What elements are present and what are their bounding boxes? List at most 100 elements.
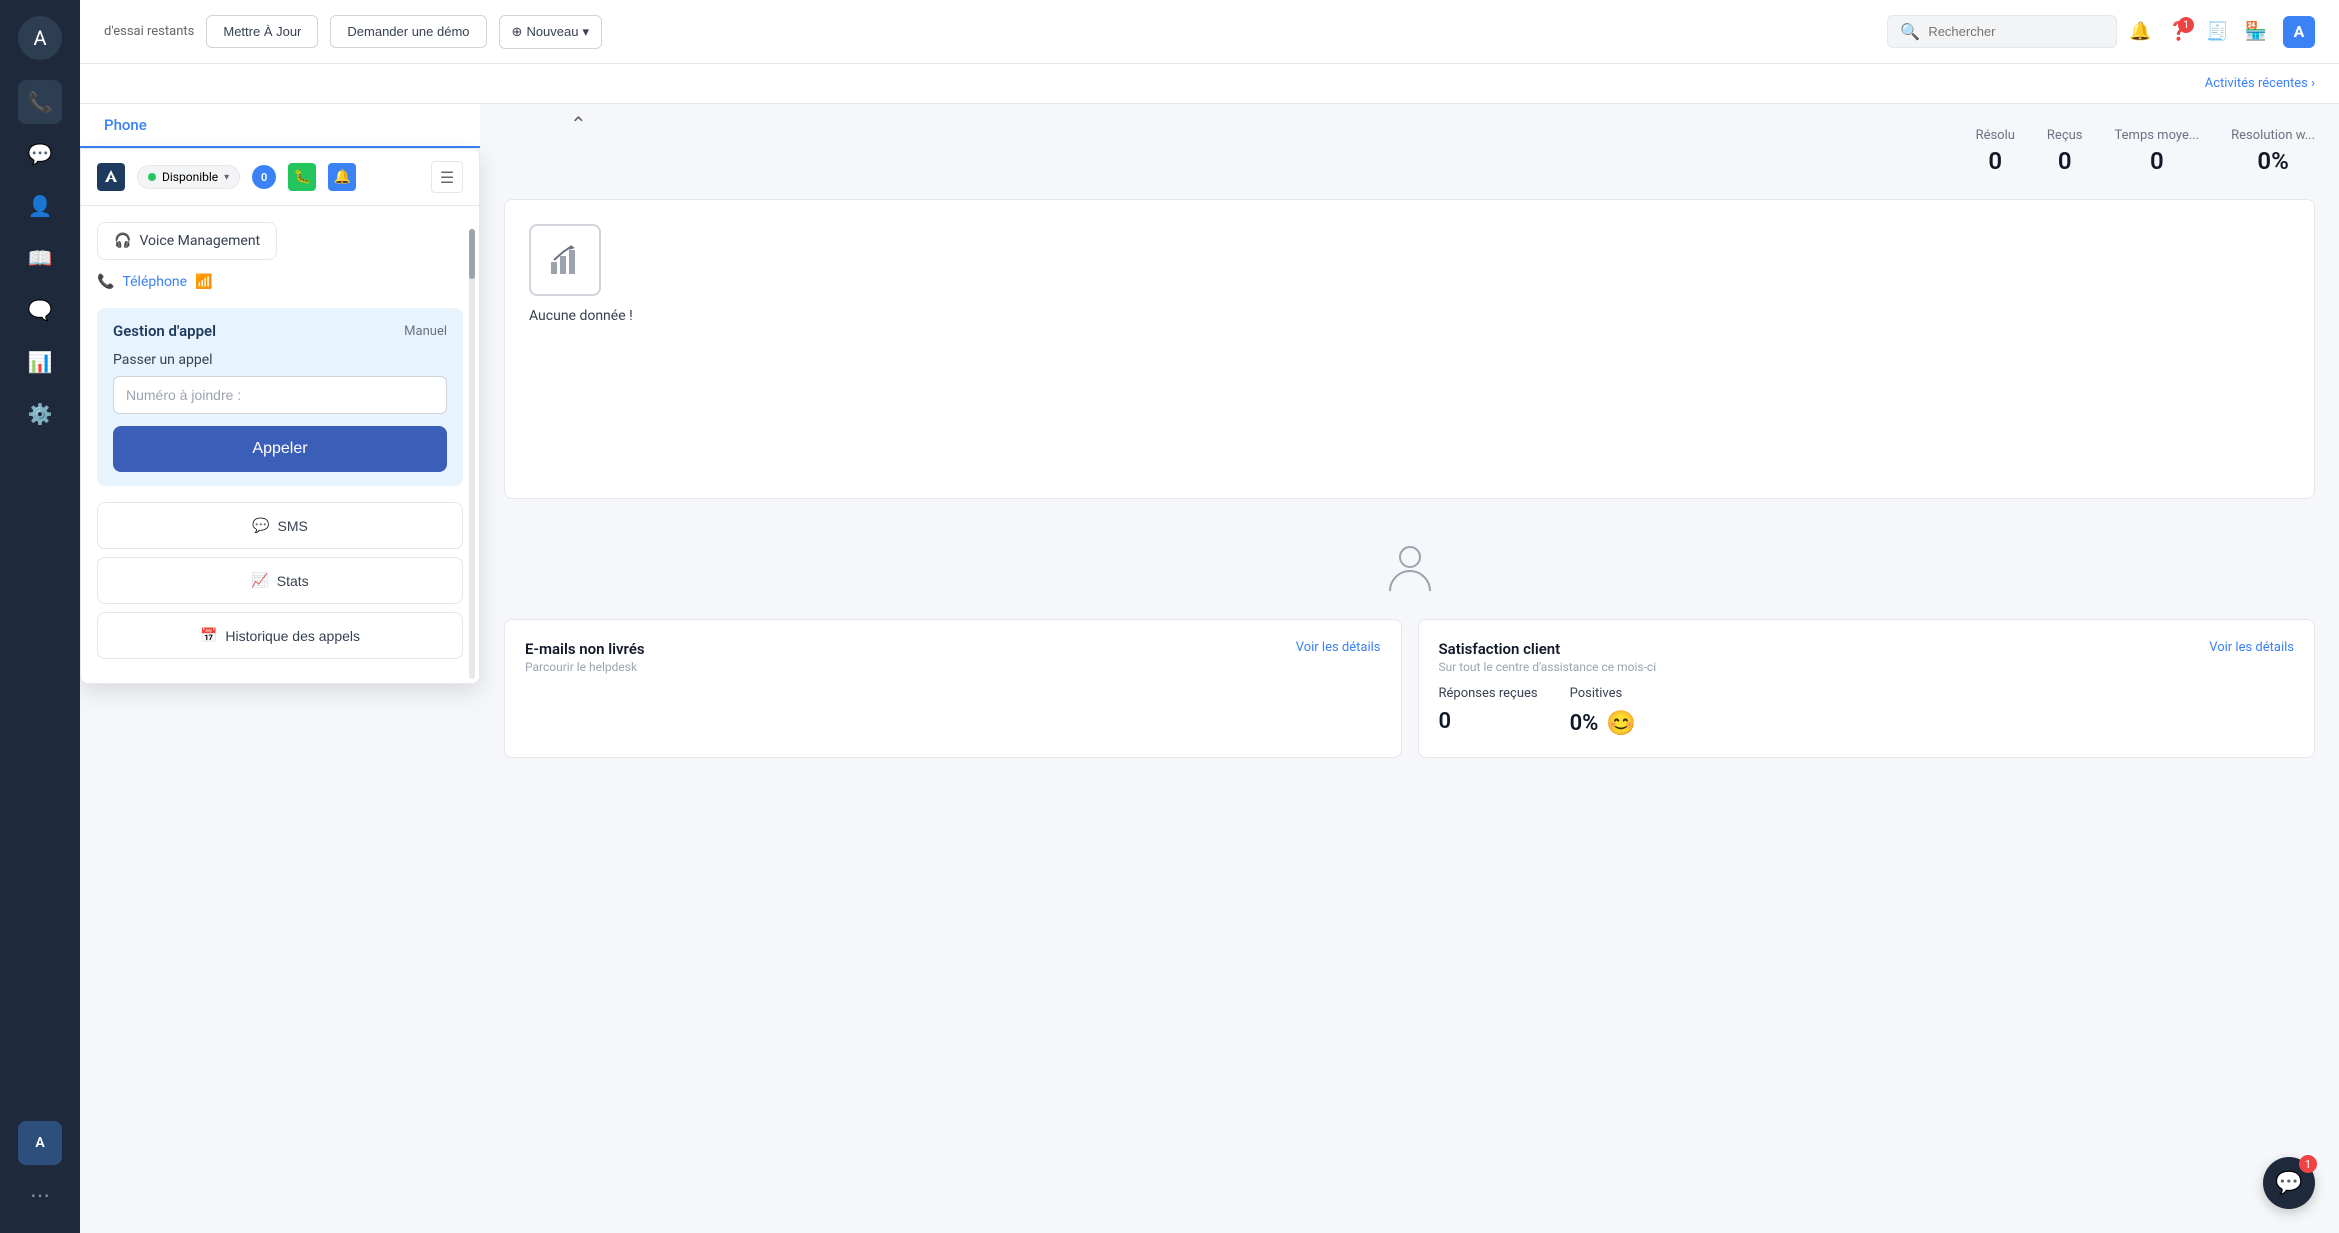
help-icon[interactable]: ❓ 1 (2168, 21, 2190, 42)
stats-button[interactable]: 📈 Stats (97, 557, 463, 604)
email-card-header: E-mails non livrés Parcourir le helpdesk… (525, 640, 1381, 674)
sidebar-logo[interactable]: A (18, 16, 62, 60)
phone-popup-wrapper: ⌃ Phone (80, 104, 480, 684)
knowledge-icon: 📖 (28, 246, 53, 270)
sms-button[interactable]: 💬 SMS (97, 502, 463, 549)
smiley-icon: 😊 (1606, 709, 1636, 737)
inbox-icon: 💬 (28, 142, 53, 166)
status-dot (148, 173, 156, 181)
panel-count-badge: 0 (252, 165, 276, 189)
stat-resolved-label: Résolu (1976, 128, 2015, 143)
settings-icon: ⚙️ (28, 402, 53, 426)
sidebar-item-settings[interactable]: ⚙️ (18, 392, 62, 436)
new-button[interactable]: ⊕ Nouveau ▾ (499, 15, 602, 49)
satisfaction-card-header: Satisfaction client Sur tout le centre d… (1439, 640, 2295, 674)
call-card-header: Gestion d'appel Manuel (113, 322, 447, 340)
wifi-icon: 📶 (195, 274, 212, 290)
positives-label: Positives (1570, 686, 1637, 701)
chart-icon (529, 224, 601, 296)
call-button[interactable]: Appeler (113, 426, 447, 472)
search-icon: 🔍 (1900, 22, 1920, 41)
chat-widget-icon: 💬 (2275, 1171, 2302, 1196)
stat-avg-time-label: Temps moye... (2115, 128, 2200, 143)
phone-icon: 📞 (28, 90, 53, 114)
stat-resolved-value: 0 (1976, 147, 2015, 175)
panel-menu-button[interactable]: ☰ (431, 161, 463, 193)
activity-bar: Activités récentes › (80, 64, 2339, 104)
phone-tab[interactable]: Phone (80, 104, 480, 148)
sidebar-item-knowledge[interactable]: 📖 (18, 236, 62, 280)
chat-widget[interactable]: 💬 1 (2263, 1157, 2315, 1209)
status-label: Disponible (162, 170, 218, 184)
positives-stat: Positives 0% 😊 (1570, 686, 1637, 737)
sidebar-item-inbox[interactable]: 💬 (18, 132, 62, 176)
recent-activities-link[interactable]: Activités récentes › (2205, 76, 2315, 91)
history-button[interactable]: 📅 Historique des appels (97, 612, 463, 659)
store-icon[interactable]: 🏪 (2245, 21, 2267, 42)
billing-icon[interactable]: 🧾 (2206, 21, 2228, 42)
stat-resolved: Résolu 0 (1976, 128, 2015, 175)
demo-button[interactable]: Demander une démo (330, 15, 486, 48)
stats-icon: 📈 (251, 572, 268, 589)
call-card-label: Passer un appel (113, 352, 447, 368)
stat-resolution: Resolution w... 0% (2231, 128, 2315, 175)
sidebar-dots[interactable]: ⋯ (18, 1173, 62, 1217)
sidebar-item-contacts[interactable]: 👤 (18, 184, 62, 228)
update-button[interactable]: Mettre À Jour (206, 15, 318, 48)
telephone-icon: 📞 (97, 274, 114, 290)
responses-value: 0 (1439, 709, 1538, 734)
panel-bell-badge[interactable]: 🔔 (328, 163, 356, 191)
axialys-logo (97, 163, 125, 191)
call-card-mode: Manuel (404, 324, 447, 339)
satisfaction-card-title: Satisfaction client (1439, 640, 1657, 658)
stat-avg-time: Temps moye... 0 (2115, 128, 2200, 175)
chevron-down-icon: ▾ (582, 24, 589, 40)
topbar: d'essai restants Mettre À Jour Demander … (80, 0, 2339, 64)
person-icon-area (504, 523, 2315, 619)
notification-bell[interactable]: 🔔 (2129, 21, 2151, 42)
satisfaction-card-subtitle: Sur tout le centre d'assistance ce mois-… (1439, 660, 1657, 674)
sidebar-bottom: A ⋯ (18, 1121, 62, 1217)
scrollbar-thumb[interactable] (469, 229, 475, 279)
sidebar-avatar[interactable]: A (18, 1121, 62, 1165)
topbar-icons: 🔔 ❓ 1 🧾 🏪 A (2129, 16, 2315, 48)
voice-management-button[interactable]: 🎧 Voice Management (97, 222, 277, 260)
sms-icon: 💬 (252, 517, 269, 534)
phone-panel: Disponible ▾ 0 🐛 🔔 ☰ 🎧 Voice Manag (80, 148, 480, 684)
stat-received: Reçus 0 (2047, 128, 2083, 175)
dots-icon: ⋯ (30, 1183, 50, 1207)
sidebar-item-phone[interactable]: 📞 (18, 80, 62, 124)
satisfaction-card: Satisfaction client Sur tout le centre d… (1418, 619, 2316, 758)
panel-header: Disponible ▾ 0 🐛 🔔 ☰ (81, 149, 479, 206)
stat-avg-time-value: 0 (2115, 147, 2200, 175)
search-box[interactable]: 🔍 (1887, 15, 2117, 48)
panel-bug-badge[interactable]: 🐛 (288, 163, 316, 191)
satisfaction-card-link[interactable]: Voir les détails (2209, 640, 2294, 655)
dashboard-area: Résolu 0 Reçus 0 Temps moye... 0 Resolut… (480, 104, 2339, 1233)
status-chevron: ▾ (224, 172, 229, 183)
stat-received-label: Reçus (2047, 128, 2083, 143)
brand-logo: A (2283, 16, 2315, 48)
sidebar-item-chat[interactable]: 🗨️ (18, 288, 62, 332)
email-card-link[interactable]: Voir les détails (1296, 640, 1381, 655)
responses-label: Réponses reçues (1439, 686, 1538, 701)
chat-widget-badge: 1 (2299, 1155, 2317, 1173)
search-input[interactable] (1928, 24, 2104, 39)
no-data-text: Aucune donnée ! (529, 308, 633, 324)
chevron-up-icon[interactable]: ⌃ (570, 112, 587, 136)
stat-received-value: 0 (2047, 147, 2083, 175)
page-content: ⌃ Phone (80, 104, 2339, 1233)
call-management-card: Gestion d'appel Manuel Passer un appel A… (97, 308, 463, 486)
email-card-title: E-mails non livrés (525, 640, 645, 658)
chart-area: Aucune donnée ! (504, 199, 2315, 499)
positives-value: 0% (1570, 711, 1599, 736)
sidebar: A 📞 💬 👤 📖 🗨️ 📊 ⚙️ A ⋯ (0, 0, 80, 1233)
email-card: E-mails non livrés Parcourir le helpdesk… (504, 619, 1402, 758)
phone-number-input[interactable] (113, 376, 447, 414)
stats-row: Résolu 0 Reçus 0 Temps moye... 0 Resolut… (504, 128, 2315, 175)
telephone-row: 📞 Téléphone 📶 (97, 272, 463, 292)
bottom-cards: E-mails non livrés Parcourir le helpdesk… (504, 619, 2315, 758)
scrollbar-track (469, 229, 475, 679)
sidebar-item-analytics[interactable]: 📊 (18, 340, 62, 384)
status-badge[interactable]: Disponible ▾ (137, 165, 240, 189)
